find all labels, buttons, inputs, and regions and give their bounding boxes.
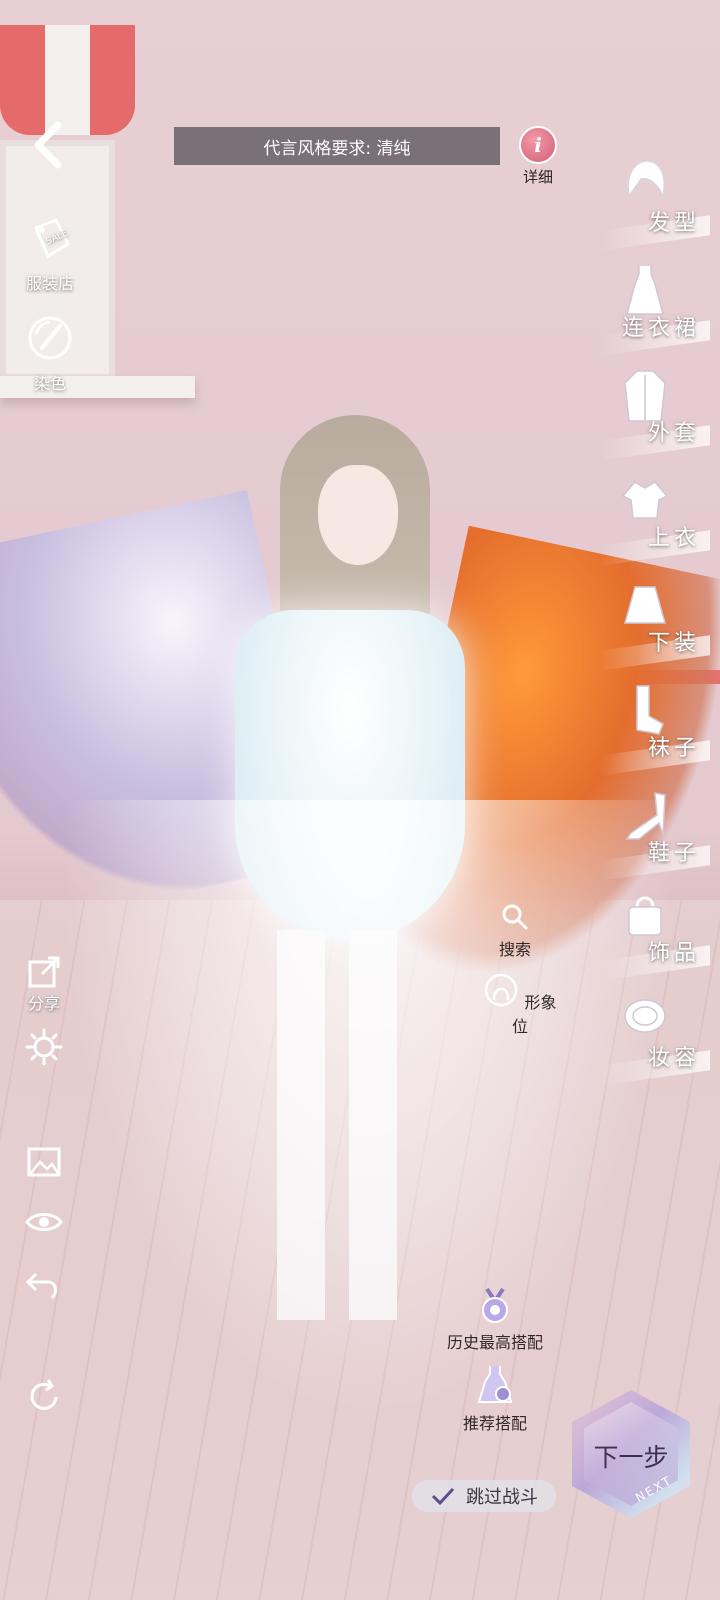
undo-button[interactable] — [22, 1262, 66, 1306]
chevron-left-icon — [34, 121, 62, 169]
settings-button[interactable] — [22, 1025, 66, 1069]
portrait-icon — [485, 973, 518, 1007]
visibility-button[interactable] — [22, 1200, 66, 1244]
dye-palette-icon — [28, 316, 72, 360]
category-label: 饰品 — [647, 941, 700, 966]
reset-button[interactable] — [22, 1375, 66, 1419]
search-icon — [502, 904, 528, 930]
category-label: 妆容 — [647, 1046, 700, 1071]
next-step-button[interactable]: 下一步 NEXT — [572, 1390, 690, 1518]
category-label: 鞋子 — [647, 841, 700, 866]
recommended-button[interactable]: 推荐搭配 — [450, 1362, 540, 1434]
category-accessory[interactable]: 饰品 — [600, 885, 710, 981]
dye-button[interactable]: 染色 — [18, 310, 82, 394]
veil-train — [60, 800, 680, 1420]
history-best-label: 历史最高搭配 — [446, 1333, 543, 1352]
category-socks[interactable]: 袜子 — [600, 680, 710, 776]
share-label: 分享 — [27, 994, 60, 1013]
category-label: 连衣裙 — [621, 316, 700, 341]
dye-label: 染色 — [33, 374, 66, 393]
share-icon — [28, 956, 60, 988]
reset-icon — [30, 1379, 58, 1410]
search-button[interactable]: 搜索 — [490, 902, 540, 960]
detail-label: 详细 — [522, 168, 553, 186]
style-requirement-bar: 代言风格要求: 清纯 — [174, 127, 500, 165]
undo-icon — [25, 1272, 57, 1300]
clothing-store-label: 服装店 — [25, 274, 74, 293]
recommended-dress-icon — [477, 1366, 513, 1403]
photo-icon — [27, 1147, 61, 1177]
back-button[interactable] — [20, 115, 80, 175]
history-best-button[interactable]: 历史最高搭配 — [440, 1285, 550, 1353]
category-label: 袜子 — [647, 736, 700, 761]
category-coat[interactable]: 外套 — [600, 365, 710, 461]
category-label: 上衣 — [647, 526, 700, 551]
category-shoes[interactable]: 鞋子 — [600, 785, 710, 881]
category-label: 外套 — [647, 421, 700, 446]
next-step-label: 下一步 — [593, 1443, 669, 1472]
category-top[interactable]: 上衣 — [600, 470, 710, 566]
character-face — [318, 465, 398, 565]
recommended-label: 推荐搭配 — [462, 1414, 527, 1433]
category-hair[interactable]: 发型 — [600, 155, 710, 251]
share-button[interactable] — [22, 950, 66, 994]
eye-icon — [25, 1213, 63, 1231]
category-label: 下装 — [647, 631, 700, 656]
style-requirement-text: 代言风格要求: 清纯 — [263, 138, 411, 159]
photo-button[interactable] — [22, 1140, 66, 1184]
category-bottom[interactable]: 下装 — [600, 575, 710, 671]
image-position-button[interactable]: 形象位 — [480, 972, 560, 1037]
clothing-store-button[interactable]: SALE 服装店 — [18, 210, 82, 294]
skip-battle-button[interactable]: 跳过战斗 — [412, 1480, 556, 1512]
settings-gear-icon — [25, 1028, 63, 1066]
skip-battle-label: 跳过战斗 — [466, 1487, 538, 1508]
detail-button[interactable]: i 详细 — [508, 126, 568, 186]
image-position-label: 形象位 — [511, 993, 557, 1036]
sale-tag-icon: SALE — [34, 218, 70, 259]
category-label: 发型 — [647, 211, 700, 236]
category-makeup[interactable]: 妆容 — [600, 990, 710, 1086]
info-icon: i — [519, 126, 557, 164]
checkmark-icon — [431, 1487, 455, 1506]
medal-icon — [482, 1287, 508, 1323]
search-label: 搜索 — [498, 940, 531, 959]
category-dress[interactable]: 连衣裙 — [600, 260, 710, 356]
